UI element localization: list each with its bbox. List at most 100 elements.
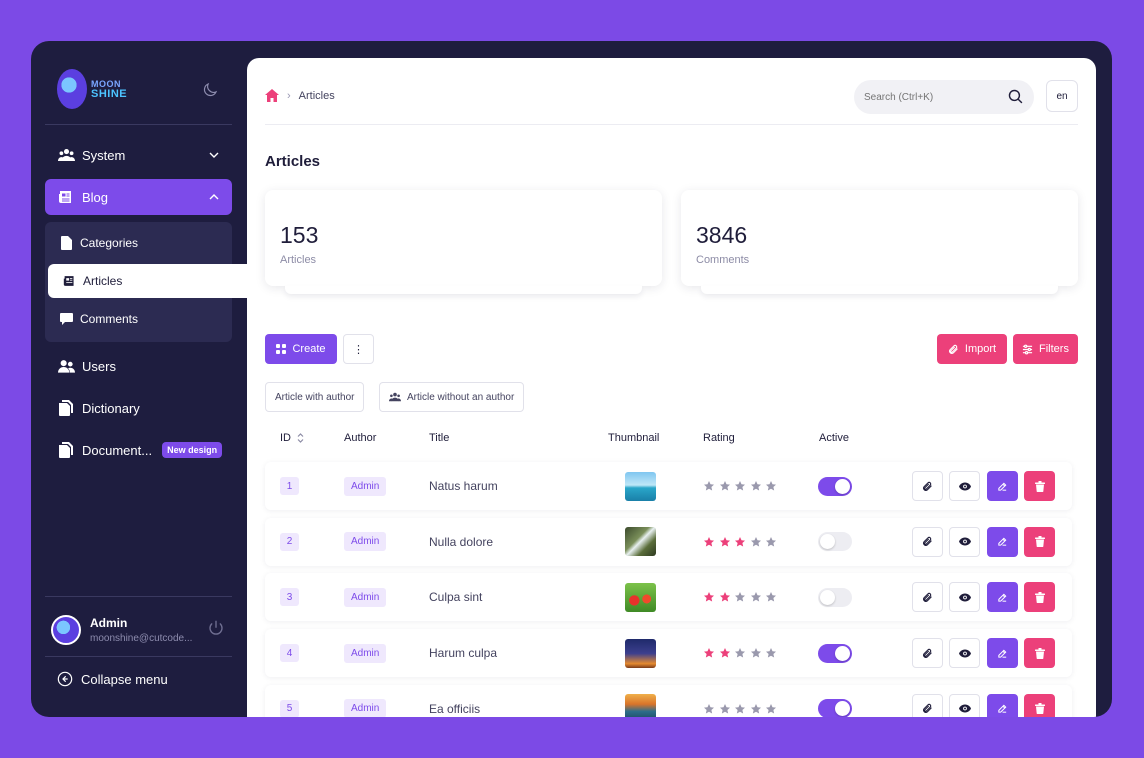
view-button[interactable] <box>949 526 980 557</box>
user-info: Admin moonshine@cutcode... <box>90 616 192 644</box>
card-underlay <box>285 286 642 294</box>
delete-button[interactable] <box>1024 471 1055 501</box>
view-button[interactable] <box>949 638 980 669</box>
sidebar-item-categories[interactable]: Categories <box>45 226 232 260</box>
language-switcher[interactable]: en <box>1046 80 1078 112</box>
author-badge[interactable]: Admin <box>344 643 387 663</box>
edit-button[interactable] <box>987 471 1018 501</box>
delete-button[interactable] <box>1024 582 1055 613</box>
quick-filter-with-author[interactable]: Article with author <box>265 382 365 412</box>
edit-button[interactable] <box>987 638 1018 669</box>
active-toggle[interactable] <box>818 476 852 496</box>
sidebar-item-label: System <box>82 147 126 163</box>
paperclip-icon <box>923 592 932 602</box>
author-badge[interactable]: Admin <box>344 476 387 496</box>
active-toggle[interactable] <box>818 699 852 717</box>
page-title: Articles <box>265 153 321 170</box>
table-row: 5 Admin Ea officiis <box>265 684 1072 717</box>
star-icon <box>766 592 776 602</box>
sidebar-divider <box>45 596 232 597</box>
sidebar-item-comments[interactable]: Comments <box>45 302 232 336</box>
cell-author: Admin <box>344 573 387 621</box>
home-icon[interactable] <box>265 89 279 102</box>
thumbnail-image[interactable] <box>625 527 656 557</box>
eye-icon <box>958 649 971 658</box>
import-button[interactable]: Import <box>937 334 1007 364</box>
moon-icon[interactable] <box>201 81 219 99</box>
thumbnail-image[interactable] <box>625 582 656 612</box>
star-icon <box>735 536 745 547</box>
card-underlay <box>701 286 1058 294</box>
view-button[interactable] <box>949 471 980 501</box>
cell-id: 5 <box>280 685 299 717</box>
user-profile[interactable]: Admin moonshine@cutcode... <box>51 613 231 647</box>
column-header-id[interactable]: ID <box>280 432 304 444</box>
sidebar-item-label: Categories <box>80 236 139 250</box>
power-icon[interactable] <box>207 619 225 637</box>
toggle-knob <box>835 645 850 661</box>
thumbnail-image[interactable] <box>625 694 656 717</box>
top-bar: › Articles en <box>265 80 1078 114</box>
collapse-menu-button[interactable]: Collapse menu <box>57 671 168 687</box>
filters-button-label: Filters <box>1039 343 1069 355</box>
create-button[interactable]: Create <box>265 334 337 364</box>
sidebar-item-documents[interactable]: Document... New design <box>45 432 232 468</box>
edit-button[interactable] <box>987 582 1018 613</box>
view-button[interactable] <box>949 582 980 613</box>
author-badge[interactable]: Admin <box>344 532 387 552</box>
search-input[interactable] <box>864 91 1004 103</box>
star-icon <box>719 703 730 714</box>
delete-button[interactable] <box>1024 638 1055 669</box>
quick-filter-label: Article with author <box>275 391 355 403</box>
edit-button[interactable] <box>987 526 1018 557</box>
attach-button[interactable] <box>912 582 943 613</box>
delete-button[interactable] <box>1024 693 1055 717</box>
cell-thumbnail <box>625 573 656 621</box>
active-toggle[interactable] <box>818 587 852 607</box>
thumbnail-image[interactable] <box>625 638 656 668</box>
id-badge: 1 <box>280 477 299 495</box>
view-button[interactable] <box>949 693 980 717</box>
delete-button[interactable] <box>1024 526 1055 557</box>
active-toggle[interactable] <box>818 643 852 663</box>
cell-author: Admin <box>344 629 387 677</box>
sidebar-item-users[interactable]: Users <box>45 348 232 384</box>
filters-button[interactable]: Filters <box>1013 334 1078 364</box>
cell-title: Nulla dolore <box>429 518 493 566</box>
logo[interactable]: MOON SHINE <box>57 69 127 109</box>
toggle-knob <box>835 478 850 494</box>
star-rating <box>703 480 781 492</box>
attach-button[interactable] <box>912 693 943 717</box>
star-rating <box>703 703 781 715</box>
more-actions-button[interactable]: ⋮ <box>343 334 374 364</box>
sidebar-item-label: Document... <box>82 442 153 458</box>
edit-button[interactable] <box>987 693 1018 717</box>
quick-filter-without-author[interactable]: Article without an author <box>379 382 525 412</box>
attach-button[interactable] <box>912 471 943 501</box>
cell-author: Admin <box>344 518 387 566</box>
attach-button[interactable] <box>912 638 943 669</box>
app-window: MOON SHINE System Blog Categories Articl… <box>31 41 1112 717</box>
search-icon[interactable] <box>1007 88 1024 105</box>
cell-author: Admin <box>344 462 387 510</box>
sidebar-item-articles[interactable]: Articles <box>48 264 247 298</box>
thumbnail-image[interactable] <box>625 471 656 501</box>
star-icon <box>750 592 761 602</box>
author-badge[interactable]: Admin <box>344 699 387 717</box>
author-badge[interactable]: Admin <box>344 587 387 607</box>
cell-id: 4 <box>280 629 299 677</box>
cell-rating <box>703 685 781 717</box>
star-icon <box>750 648 761 658</box>
trash-icon <box>1034 480 1045 492</box>
article-title: Natus harum <box>429 479 498 493</box>
active-toggle[interactable] <box>818 532 852 552</box>
main-content: › Articles en Articles 153 Articles 3846… <box>247 58 1096 717</box>
cell-title: Harum culpa <box>429 629 497 677</box>
star-icon <box>750 481 761 491</box>
attach-button[interactable] <box>912 526 943 557</box>
sidebar-item-dictionary[interactable]: Dictionary <box>45 390 232 426</box>
star-icon <box>719 481 730 491</box>
search-box[interactable] <box>854 80 1034 114</box>
sidebar-item-system[interactable]: System <box>45 137 232 173</box>
sidebar-item-blog[interactable]: Blog <box>45 179 232 215</box>
